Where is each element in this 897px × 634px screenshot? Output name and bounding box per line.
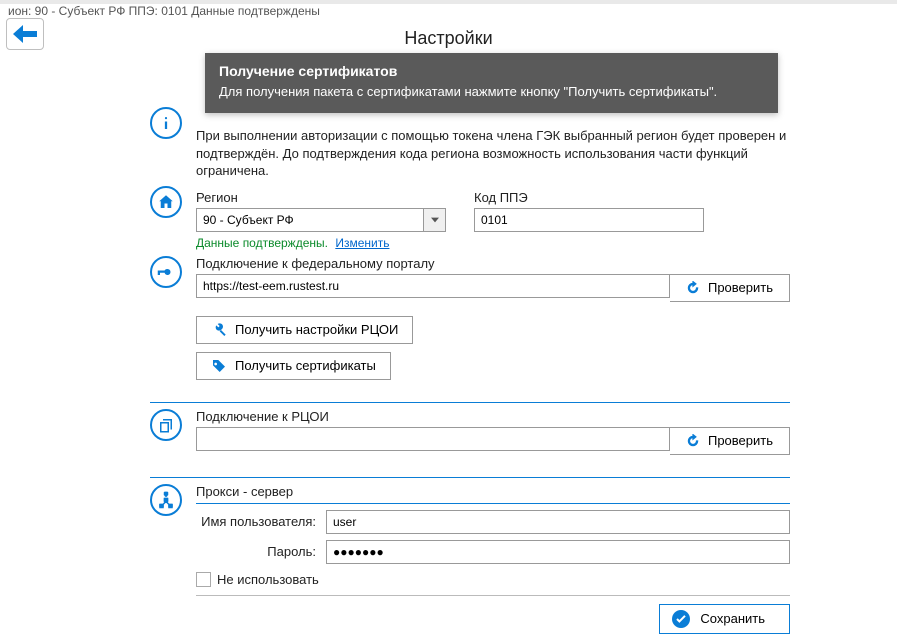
key-icon xyxy=(150,256,182,288)
chevron-down-icon[interactable] xyxy=(423,209,445,231)
federal-url-input[interactable] xyxy=(196,274,670,298)
network-icon xyxy=(150,484,182,516)
get-certs-label: Получить сертификаты xyxy=(235,358,376,373)
divider xyxy=(196,503,790,504)
copy-icon xyxy=(150,409,182,441)
divider xyxy=(150,402,790,403)
refresh-icon xyxy=(686,281,700,295)
tag-icon xyxy=(211,358,227,374)
region-confirm-ok: Данные подтверждены. xyxy=(196,236,328,250)
proxy-user-input[interactable] xyxy=(326,510,790,534)
back-button[interactable] xyxy=(6,18,44,50)
federal-check-label: Проверить xyxy=(708,280,773,295)
save-label: Сохранить xyxy=(700,611,765,626)
region-label: Регион xyxy=(196,190,446,205)
divider xyxy=(196,595,790,596)
home-icon xyxy=(150,186,182,218)
save-button[interactable]: Сохранить xyxy=(659,604,790,634)
region-value[interactable] xyxy=(197,209,423,231)
tooltip-text: Для получения пакета с сертификатами наж… xyxy=(219,83,764,101)
rcoi-input[interactable] xyxy=(196,427,670,451)
info-text: При выполнении авторизации с помощью ток… xyxy=(196,127,790,180)
status-strip: ион: 90 - Субъект РФ ППЭ: 0101 Данные по… xyxy=(0,4,897,20)
proxy-user-label: Имя пользователя: xyxy=(196,514,316,529)
refresh-icon xyxy=(686,434,700,448)
ppe-label: Код ППЭ xyxy=(474,190,704,205)
rcoi-check-label: Проверить xyxy=(708,433,773,448)
get-settings-button[interactable]: Получить настройки РЦОИ xyxy=(196,316,413,344)
ppe-input[interactable] xyxy=(474,208,704,232)
arrow-left-icon xyxy=(13,25,37,43)
region-select[interactable] xyxy=(196,208,446,232)
dont-use-checkbox[interactable] xyxy=(196,572,211,587)
rcoi-label: Подключение к РЦОИ xyxy=(196,409,790,424)
tooltip-title: Получение сертификатов xyxy=(219,63,764,79)
region-change-link[interactable]: Изменить xyxy=(335,236,389,250)
info-icon xyxy=(150,107,182,139)
region-confirm: Данные подтверждены. Изменить xyxy=(196,236,446,250)
tools-icon xyxy=(211,322,227,338)
divider xyxy=(150,477,790,478)
get-settings-label: Получить настройки РЦОИ xyxy=(235,322,398,337)
federal-label: Подключение к федеральному порталу xyxy=(196,256,790,271)
get-certs-button[interactable]: Получить сертификаты xyxy=(196,352,391,380)
dont-use-label: Не использовать xyxy=(217,572,319,587)
page-title: Настройки xyxy=(0,28,897,49)
federal-check-button[interactable]: Проверить xyxy=(670,274,790,302)
proxy-pass-label: Пароль: xyxy=(196,544,316,559)
check-circle-icon xyxy=(672,610,690,628)
proxy-heading: Прокси - сервер xyxy=(196,484,790,499)
rcoi-check-button[interactable]: Проверить xyxy=(670,427,790,455)
tooltip-get-certs: Получение сертификатов Для получения пак… xyxy=(205,53,778,113)
proxy-pass-input[interactable] xyxy=(326,540,790,564)
